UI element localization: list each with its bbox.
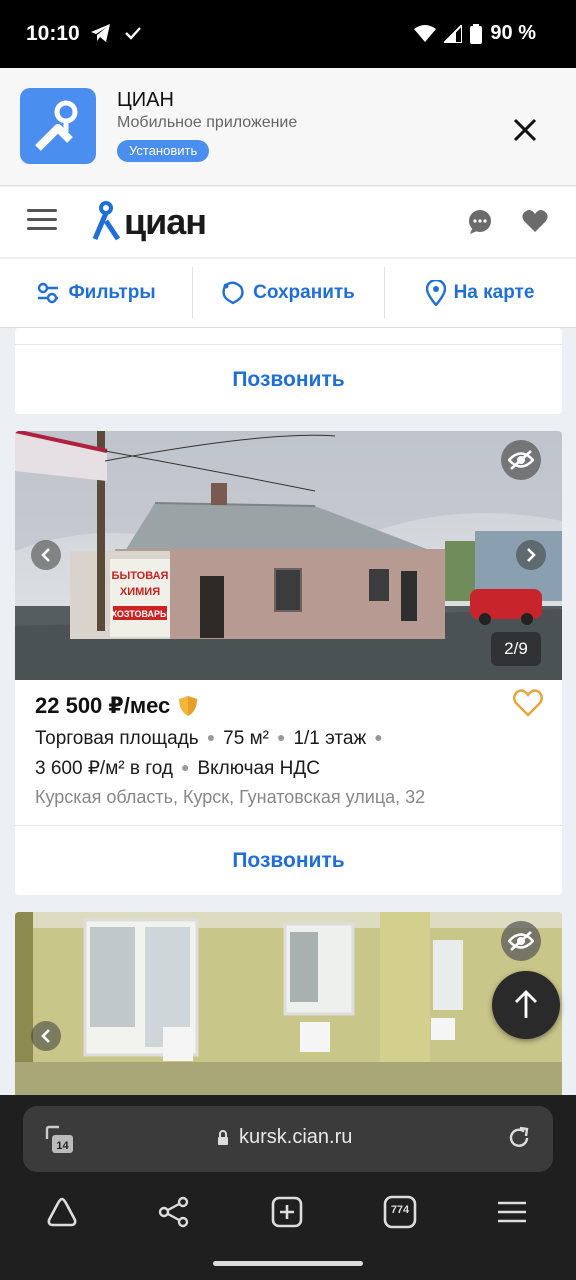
new-tab-icon[interactable] bbox=[270, 1195, 304, 1229]
listing-photo[interactable]: БЫТОВАЯ ХИМИЯ ХОЗТОВАРЫ 2/9 bbox=[15, 431, 562, 680]
check-icon bbox=[125, 27, 141, 40]
map-pin-icon bbox=[425, 280, 446, 306]
logo-mark-icon bbox=[92, 201, 121, 241]
reload-icon[interactable] bbox=[507, 1126, 531, 1150]
cian-app-icon bbox=[20, 88, 96, 164]
cian-logo[interactable]: циан bbox=[92, 197, 207, 247]
call-button[interactable]: Позвонить bbox=[15, 825, 562, 895]
feature-price-per-sqm: 3 600 ₽/м² в год bbox=[35, 758, 173, 779]
listing-card[interactable]: БЫТОВАЯ ХИМИЯ ХОЗТОВАРЫ 2/9 22 500 ₽/мес… bbox=[15, 431, 562, 895]
chevron-right-icon bbox=[527, 548, 536, 562]
eye-off-icon bbox=[508, 450, 534, 470]
favorite-heart-icon[interactable] bbox=[513, 689, 543, 717]
sign-line-1: БЫТОВАЯ bbox=[112, 570, 169, 582]
eye-off-icon bbox=[508, 931, 534, 951]
listing-address: Курская область, Курск, Гунатовская улиц… bbox=[35, 787, 426, 807]
favorites-icon[interactable] bbox=[522, 209, 548, 233]
menu-icon[interactable] bbox=[27, 209, 57, 233]
map-button[interactable]: На карте bbox=[384, 259, 576, 327]
app-install-banner: ЦИАН Мобильное приложение Установить bbox=[0, 68, 576, 186]
tabs-badge-text: 14 bbox=[56, 1140, 69, 1152]
listing-card: Позвонить bbox=[15, 328, 562, 414]
address-bar[interactable]: 14 kursk.cian.ru bbox=[23, 1106, 553, 1172]
install-button[interactable]: Установить bbox=[117, 140, 210, 162]
lock-icon bbox=[218, 1129, 228, 1145]
feature-vat: Включая НДС bbox=[197, 758, 320, 779]
close-icon[interactable] bbox=[512, 117, 538, 143]
status-bar: 10:10 90 % bbox=[0, 0, 576, 68]
share-icon[interactable] bbox=[157, 1195, 191, 1229]
filter-bar: Фильтры Сохранить На карте bbox=[0, 258, 576, 328]
previous-photo-button[interactable] bbox=[31, 1021, 61, 1051]
browser-nav: 774 bbox=[0, 1195, 576, 1235]
menu-icon[interactable] bbox=[495, 1195, 529, 1229]
save-search-button[interactable]: Сохранить bbox=[192, 259, 384, 327]
hide-listing-button[interactable] bbox=[501, 921, 541, 961]
feature-floor: 1/1 этаж bbox=[293, 728, 367, 749]
home-icon[interactable] bbox=[45, 1195, 79, 1229]
chevron-left-icon bbox=[41, 548, 50, 562]
listing-features: Торговая площадь ● 75 м² ● 1/1 этаж ● 3 600 ₽… bbox=[35, 728, 383, 779]
banner-title: ЦИАН bbox=[117, 89, 174, 111]
battery-icon bbox=[470, 23, 483, 44]
listing-price: 22 500 ₽/мес bbox=[35, 693, 198, 719]
feature-type: Торговая площадь bbox=[35, 728, 199, 749]
chevron-left-icon bbox=[41, 1029, 50, 1043]
sliders-icon bbox=[38, 282, 59, 304]
listing-photo[interactable] bbox=[15, 912, 562, 1102]
tab-count: 774 bbox=[390, 1204, 410, 1216]
save-search-icon bbox=[222, 281, 244, 305]
hide-listing-button[interactable] bbox=[501, 440, 541, 480]
filters-button[interactable]: Фильтры bbox=[0, 259, 192, 327]
filters-label: Фильтры bbox=[68, 282, 156, 303]
map-label: На карте bbox=[453, 282, 535, 303]
tabs-counter-icon[interactable]: 14 bbox=[45, 1125, 75, 1155]
signal-icon bbox=[444, 24, 463, 43]
listing-card[interactable] bbox=[15, 912, 562, 1102]
scroll-to-top-button[interactable] bbox=[492, 971, 560, 1039]
call-button[interactable]: Позвонить bbox=[15, 344, 562, 414]
arrow-up-icon bbox=[515, 990, 537, 1018]
telegram-icon bbox=[91, 24, 110, 42]
next-photo-button[interactable] bbox=[516, 540, 546, 570]
status-time: 10:10 bbox=[26, 22, 80, 45]
previous-photo-button[interactable] bbox=[31, 540, 61, 570]
banner-subtitle: Мобильное приложение bbox=[117, 114, 298, 131]
battery-percent: 90 % bbox=[490, 22, 536, 44]
verified-shield-icon bbox=[179, 696, 198, 716]
tabs-button[interactable]: 774 bbox=[383, 1195, 417, 1229]
logo-text: циан bbox=[124, 201, 207, 242]
sign-line-3: ХОЗТОВАРЫ bbox=[111, 609, 169, 619]
browser-bar: 14 kursk.cian.ru 774 bbox=[0, 1095, 576, 1280]
sign-line-2: ХИМИЯ bbox=[120, 586, 160, 598]
chat-icon[interactable] bbox=[467, 209, 493, 235]
site-header: циан bbox=[0, 187, 576, 257]
photo-counter: 2/9 bbox=[491, 632, 541, 666]
url-text: kursk.cian.ru bbox=[239, 1126, 353, 1148]
save-search-label: Сохранить bbox=[253, 282, 355, 303]
home-indicator bbox=[213, 1261, 363, 1266]
feature-area: 75 м² bbox=[223, 728, 269, 749]
wifi-icon bbox=[414, 24, 437, 42]
price-text: 22 500 ₽/мес bbox=[35, 693, 171, 718]
